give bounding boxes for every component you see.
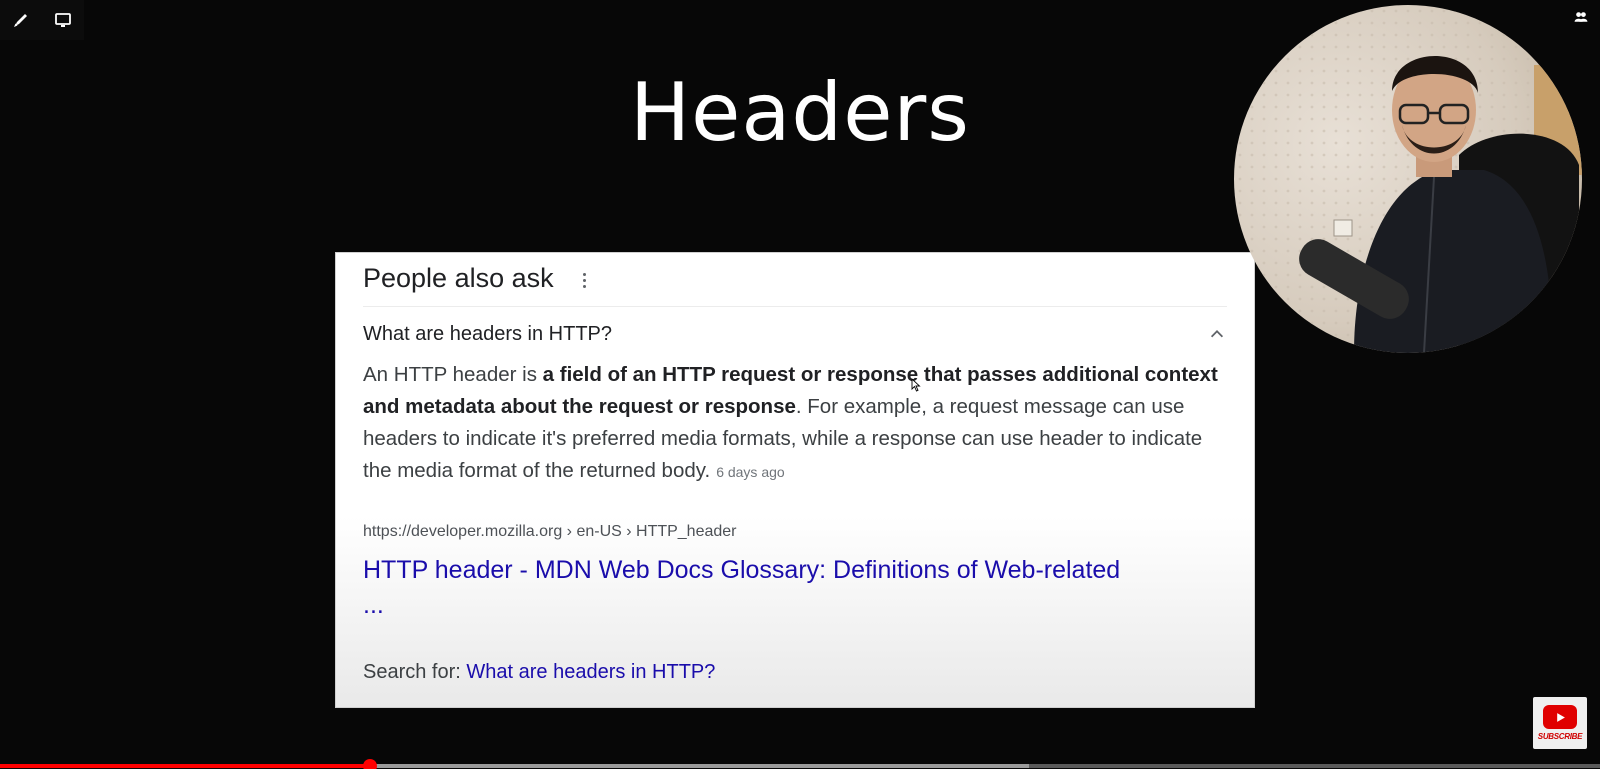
screen-icon <box>55 13 71 27</box>
mouse-cursor-icon <box>911 378 921 392</box>
chevron-up-icon[interactable] <box>1207 324 1227 344</box>
answer-age: 6 days ago <box>716 464 785 480</box>
subscribe-button[interactable]: SUBSCRIBE <box>1533 697 1587 749</box>
result-title-link[interactable]: HTTP header - MDN Web Docs Glossary: Def… <box>363 553 1123 623</box>
paa-header: People also ask <box>363 263 588 294</box>
paa-question: What are headers in HTTP? <box>363 322 612 345</box>
progress-played <box>0 764 370 768</box>
source-url[interactable]: https://developer.mozilla.org › en-US › … <box>363 523 737 541</box>
youtube-play-icon <box>1543 705 1577 729</box>
pen-tool-button[interactable] <box>0 0 42 40</box>
screen-share-button[interactable] <box>42 0 84 40</box>
people-icon[interactable] <box>1570 6 1592 28</box>
subscribe-label: SUBSCRIBE <box>1537 732 1583 741</box>
webcam-overlay <box>1234 5 1582 353</box>
video-progress-bar[interactable] <box>0 759 1600 769</box>
people-also-ask-card: People also ask What are headers in HTTP… <box>335 252 1255 708</box>
paa-answer: An HTTP header is a field of an HTTP req… <box>363 359 1223 488</box>
search-for: Search for: What are headers in HTTP? <box>363 661 715 684</box>
pen-icon <box>14 14 27 27</box>
search-for-link[interactable]: What are headers in HTTP? <box>466 661 715 683</box>
divider <box>363 306 1227 307</box>
paa-heading: People also ask <box>363 263 554 293</box>
progress-scrubber-handle[interactable] <box>362 759 377 769</box>
presentation-toolbar <box>0 0 84 42</box>
more-options-icon[interactable] <box>582 269 588 288</box>
answer-lead: An HTTP header is <box>363 363 543 386</box>
paa-question-row[interactable]: What are headers in HTTP? <box>363 319 1227 349</box>
presenter-image <box>1234 5 1582 353</box>
search-for-label: Search for: <box>363 661 467 683</box>
